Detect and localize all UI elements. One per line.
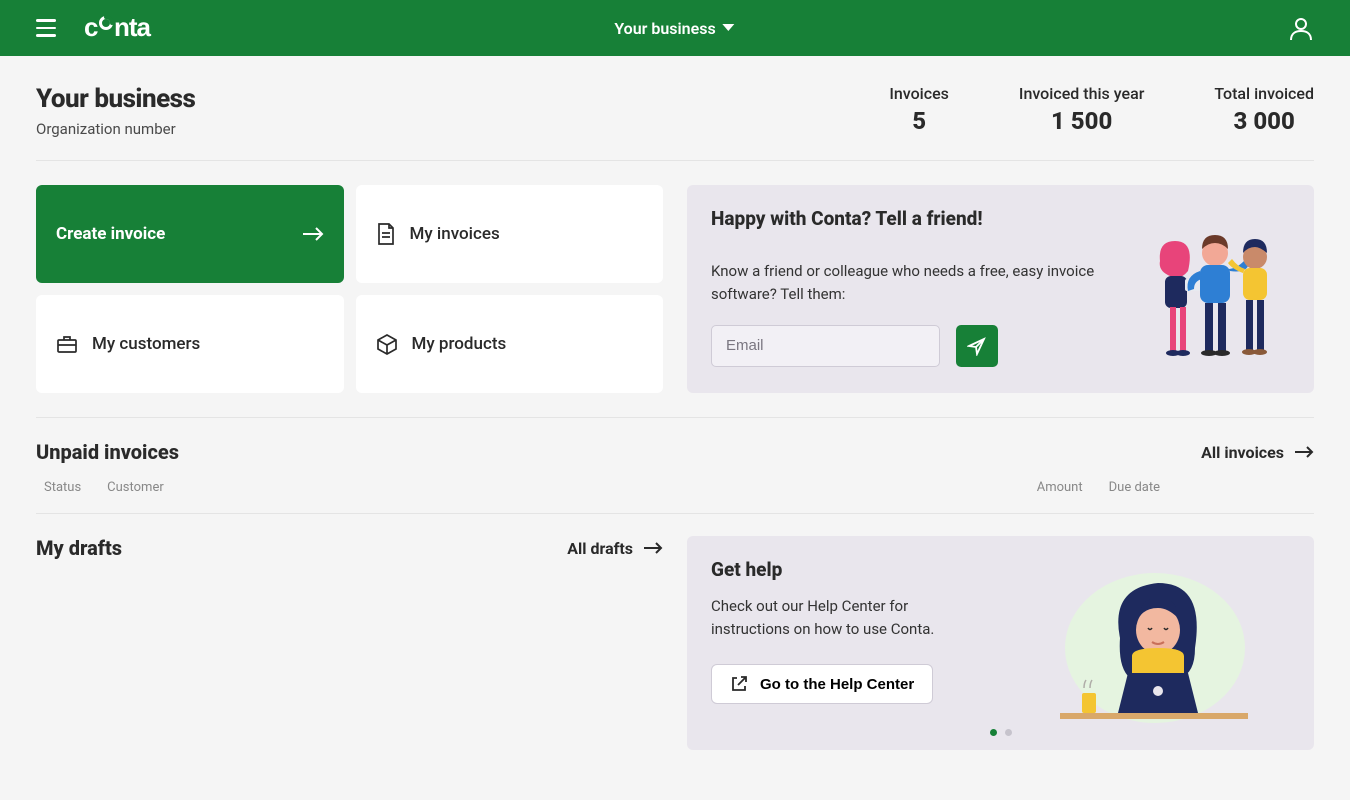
all-invoices-link[interactable]: All invoices (1201, 443, 1314, 462)
card-label: Create invoice (56, 224, 165, 244)
refer-body: Know a friend or colleague who needs a f… (711, 260, 1120, 307)
business-selector-label: Your business (614, 19, 715, 38)
arrow-right-icon (643, 541, 663, 555)
link-label: All invoices (1201, 443, 1284, 462)
document-icon (376, 223, 396, 245)
drafts-title: My drafts (36, 536, 122, 560)
conta-logo[interactable]: c nta (84, 15, 184, 41)
org-number-label: Organization number (36, 120, 195, 138)
my-invoices-button[interactable]: My invoices (356, 185, 664, 283)
stat-label: Invoices (889, 84, 949, 103)
carousel-dot-1[interactable] (990, 729, 997, 736)
box-icon (376, 333, 398, 355)
help-center-button[interactable]: Go to the Help Center (711, 664, 933, 704)
stat-value: 1 500 (1019, 107, 1144, 135)
svg-text:c: c (84, 15, 98, 41)
page-header: Your business Organization number Invoic… (36, 56, 1314, 161)
help-title: Get help (711, 558, 991, 581)
arrow-right-icon (1294, 445, 1314, 459)
briefcase-icon (56, 334, 78, 354)
stat-invoiced-year: Invoiced this year 1 500 (1019, 84, 1144, 135)
my-customers-button[interactable]: My customers (36, 295, 344, 393)
top-navbar: c nta Your business (0, 0, 1350, 56)
carousel-dots[interactable] (990, 729, 1012, 736)
help-body: Check out our Help Center for instructio… (711, 595, 991, 640)
refer-illustration (1140, 207, 1290, 371)
external-link-icon (730, 675, 748, 693)
unpaid-table-header: Status Customer Amount Due date (36, 464, 1314, 514)
send-icon (967, 336, 987, 356)
card-label: My customers (92, 334, 200, 354)
stat-value: 5 (889, 107, 949, 135)
stat-value: 3 000 (1214, 107, 1314, 135)
unpaid-title: Unpaid invoices (36, 440, 179, 464)
business-selector[interactable]: Your business (614, 19, 735, 38)
my-products-button[interactable]: My products (356, 295, 664, 393)
col-amount: Amount (1037, 480, 1083, 495)
arrow-right-icon (302, 226, 324, 242)
col-due: Due date (1109, 480, 1160, 495)
all-drafts-link[interactable]: All drafts (567, 539, 663, 558)
refer-send-button[interactable] (956, 325, 998, 367)
link-label: All drafts (567, 539, 633, 558)
stat-label: Invoiced this year (1019, 84, 1144, 103)
stat-invoices: Invoices 5 (889, 84, 949, 135)
col-customer: Customer (107, 480, 164, 495)
card-label: My products (412, 334, 507, 354)
button-label: Go to the Help Center (760, 676, 914, 693)
svg-text:nta: nta (114, 15, 152, 41)
profile-icon[interactable] (1288, 15, 1314, 41)
refer-email-input[interactable] (711, 325, 940, 367)
stat-total-invoiced: Total invoiced 3 000 (1214, 84, 1314, 135)
refer-title: Happy with Conta? Tell a friend! (711, 207, 1120, 230)
stat-label: Total invoiced (1214, 84, 1314, 103)
col-status: Status (44, 480, 81, 495)
business-title: Your business (36, 84, 195, 114)
carousel-dot-2[interactable] (1005, 729, 1012, 736)
drafts-header: My drafts All drafts (36, 536, 663, 560)
help-illustration (1011, 558, 1291, 728)
card-label: My invoices (410, 224, 500, 244)
help-card: Get help Check out our Help Center for i… (687, 536, 1314, 750)
create-invoice-button[interactable]: Create invoice (36, 185, 344, 283)
refer-friend-card: Happy with Conta? Tell a friend! Know a … (687, 185, 1314, 393)
menu-icon[interactable] (36, 14, 64, 42)
chevron-down-icon (722, 23, 736, 33)
unpaid-invoices-header: Unpaid invoices All invoices (36, 418, 1314, 464)
